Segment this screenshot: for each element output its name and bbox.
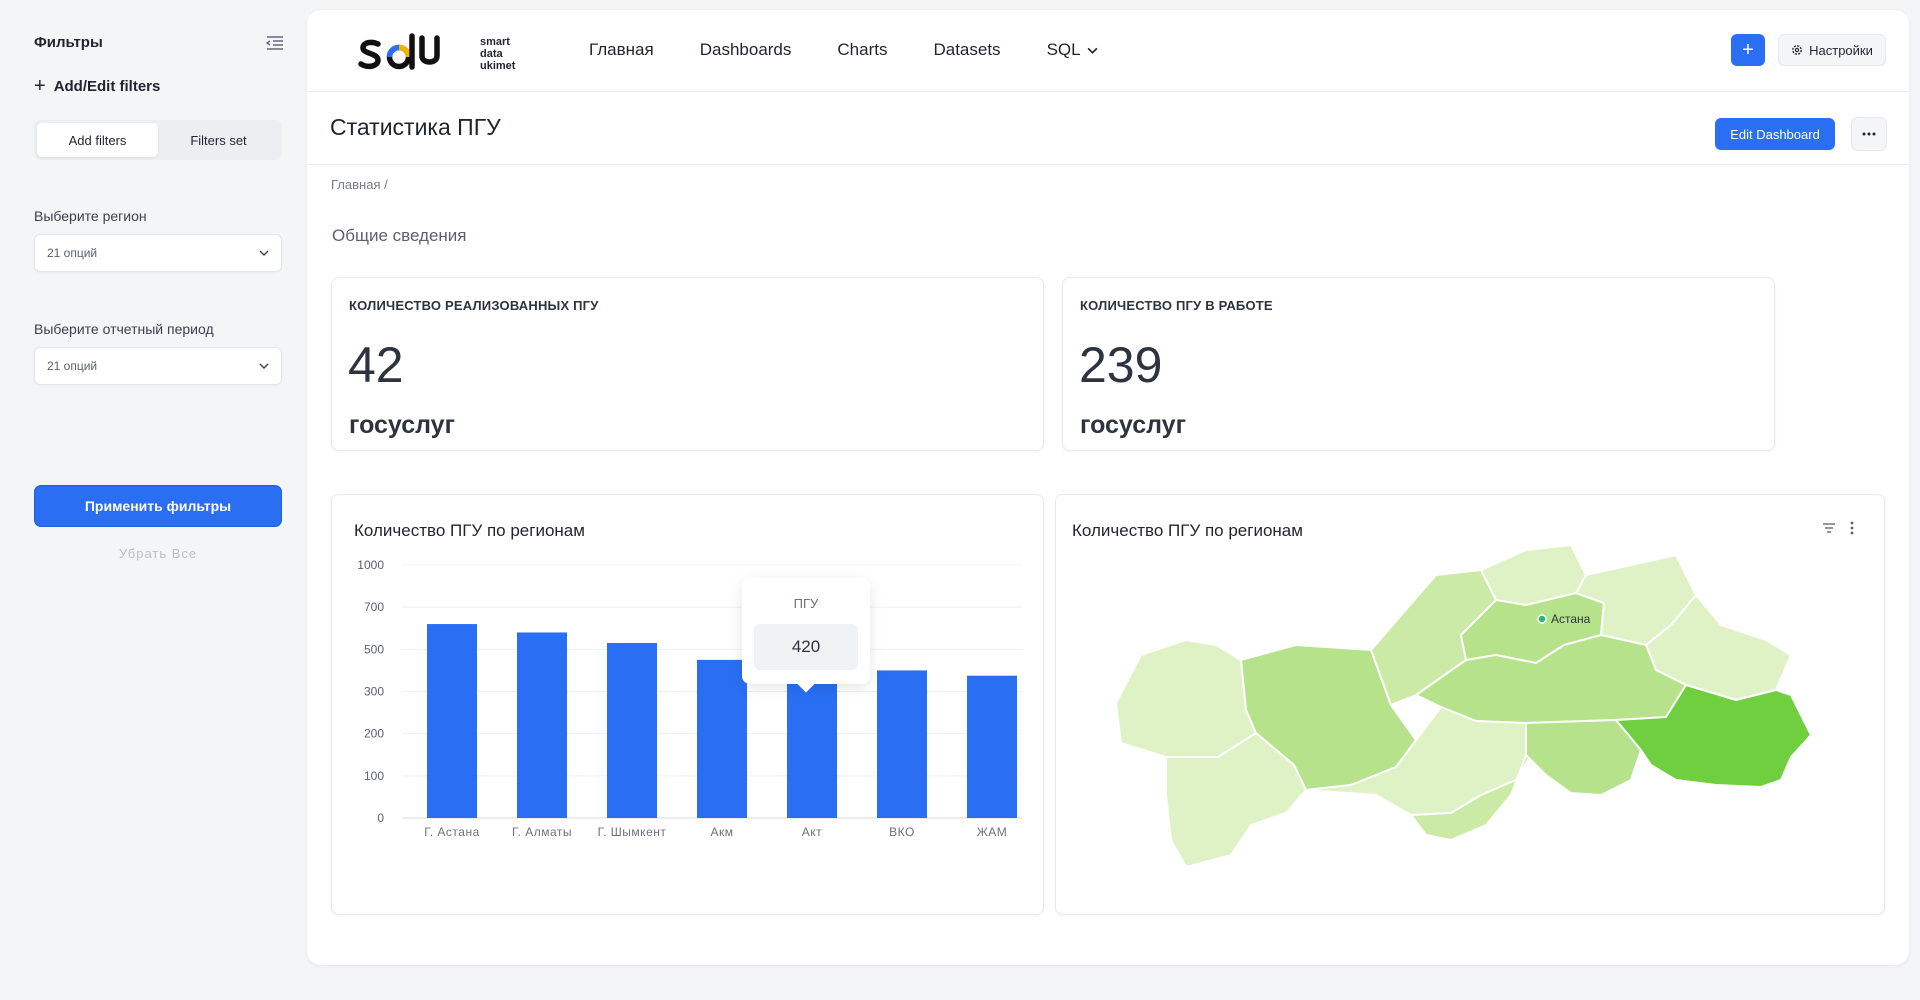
nav-sql-label: SQL bbox=[1046, 40, 1081, 59]
x-tick-label: Г. Шымкент bbox=[598, 825, 667, 839]
bar[interactable] bbox=[967, 675, 1017, 818]
bar[interactable] bbox=[787, 666, 837, 818]
bar-chart: 0 100 200 300 500 700 1000 Г. Астана Г. Алматы Г.… bbox=[357, 558, 1022, 839]
y-tick-label: 1000 bbox=[357, 558, 384, 572]
kpi-unit: госуслуг bbox=[1080, 411, 1186, 439]
dashboard-panel: smart data ukimet Главная Dashboards Cha… bbox=[307, 10, 1909, 965]
astana-marker-icon bbox=[1537, 614, 1547, 624]
kpi-value: 42 bbox=[348, 337, 404, 393]
bar[interactable] bbox=[427, 624, 477, 818]
more-options-button[interactable] bbox=[1851, 117, 1887, 151]
x-tick-label: Г. Алматы bbox=[512, 825, 572, 839]
tab-filters-set[interactable]: Filters set bbox=[158, 123, 279, 157]
x-tick-label: ВКО bbox=[889, 825, 915, 839]
x-tick-label: Акм bbox=[710, 825, 733, 839]
y-tick-label: 200 bbox=[364, 727, 384, 741]
period-select[interactable]: 21 опций bbox=[34, 347, 282, 385]
tab-add-filters[interactable]: Add filters bbox=[37, 123, 158, 157]
logo-text: smart data ukimet bbox=[480, 36, 515, 72]
settings-label: Настройки bbox=[1809, 42, 1873, 58]
settings-button[interactable]: Настройки bbox=[1778, 34, 1886, 66]
tooltip-value: 420 bbox=[754, 624, 858, 670]
kpi-card-in-progress: КОЛИЧЕСТВО ПГУ В РАБОТЕ 239 госуслуг bbox=[1062, 277, 1775, 451]
kpi-label: КОЛИЧЕСТВО ПГУ В РАБОТЕ bbox=[1080, 298, 1273, 313]
sidebar-title: Фильтры bbox=[34, 34, 103, 51]
kpi-value: 239 bbox=[1079, 337, 1163, 393]
add-edit-filters-button[interactable]: + Add/Edit filters bbox=[34, 76, 160, 96]
map-region bbox=[1115, 639, 1257, 758]
apply-filters-button[interactable]: Применить фильтры bbox=[34, 485, 282, 527]
bar[interactable] bbox=[697, 659, 747, 818]
page-header: Статистика ПГУ Edit Dashboard bbox=[307, 92, 1909, 165]
page-title: Статистика ПГУ bbox=[330, 114, 501, 140]
period-select-value: 21 опций bbox=[47, 359, 98, 373]
logo-line: data bbox=[480, 48, 503, 60]
y-tick-label: 0 bbox=[377, 811, 384, 825]
x-tick-label: Акт bbox=[802, 825, 822, 839]
x-tick-label: Г. Астана bbox=[424, 825, 480, 839]
logo[interactable]: smart data ukimet bbox=[358, 32, 515, 76]
nav-home[interactable]: Главная bbox=[589, 40, 654, 60]
sdu-logo-icon bbox=[358, 33, 440, 70]
kpi-label: КОЛИЧЕСТВО РЕАЛИЗОВАННЫХ ПГУ bbox=[349, 298, 599, 313]
kpi-unit: госуслуг bbox=[349, 411, 455, 439]
chevron-down-icon bbox=[259, 363, 269, 369]
region-label: Выберите регион bbox=[34, 208, 147, 224]
nav-sql[interactable]: SQL bbox=[1047, 40, 1098, 60]
nav-datasets[interactable]: Datasets bbox=[933, 40, 1000, 60]
breadcrumb[interactable]: Главная / bbox=[331, 177, 388, 192]
nav-dashboards[interactable]: Dashboards bbox=[700, 40, 792, 60]
collapse-sidebar-icon[interactable] bbox=[266, 35, 284, 51]
chevron-down-icon bbox=[259, 250, 269, 256]
gear-icon bbox=[1792, 45, 1802, 55]
clear-all-button[interactable]: Убрать Все bbox=[34, 546, 282, 561]
edit-dashboard-button[interactable]: Edit Dashboard bbox=[1715, 118, 1835, 150]
more-horizontal-icon bbox=[1862, 132, 1876, 136]
logo-line: smart bbox=[480, 36, 510, 48]
y-tick-label: 700 bbox=[364, 600, 384, 614]
region-select-value: 21 опций bbox=[47, 246, 98, 260]
astana-label: Астана bbox=[1551, 612, 1591, 626]
tooltip-title: ПГУ bbox=[793, 596, 819, 611]
kpi-card-implemented: КОЛИЧЕСТВО РЕАЛИЗОВАННЫХ ПГУ 42 госуслуг bbox=[331, 277, 1044, 451]
top-navbar: smart data ukimet Главная Dashboards Cha… bbox=[307, 10, 1909, 92]
map-chart-card: Количество ПГУ по регионам Астана bbox=[1055, 494, 1885, 915]
map-region bbox=[1525, 719, 1642, 796]
bar[interactable] bbox=[517, 632, 567, 818]
main-nav: Главная Dashboards Charts Datasets SQL bbox=[589, 40, 1098, 60]
plus-icon: + bbox=[34, 75, 46, 97]
y-tick-label: 500 bbox=[364, 642, 384, 656]
y-tick-label: 100 bbox=[364, 769, 384, 783]
filters-tabs: Add filters Filters set bbox=[34, 120, 282, 160]
sidebar-header: Фильтры bbox=[34, 34, 284, 51]
bar-chart-card: Количество ПГУ по регионам 0 100 200 300 500… bbox=[331, 494, 1044, 915]
x-tick-label: ЖАМ bbox=[977, 825, 1008, 839]
logo-line: ukimet bbox=[480, 60, 516, 72]
region-select[interactable]: 21 опций bbox=[34, 234, 282, 272]
filters-sidebar: Фильтры + Add/Edit filters Add filters F… bbox=[0, 0, 300, 1000]
add-edit-filters-label: Add/Edit filters bbox=[53, 77, 161, 95]
section-title: Общие сведения bbox=[332, 226, 467, 245]
nav-charts[interactable]: Charts bbox=[837, 40, 887, 60]
period-label: Выберите отчетный период bbox=[34, 321, 214, 337]
chevron-down-icon bbox=[1087, 47, 1098, 54]
bar[interactable] bbox=[877, 670, 927, 818]
chart-tooltip: ПГУ 420 bbox=[742, 578, 870, 693]
y-tick-label: 300 bbox=[364, 685, 384, 699]
bar[interactable] bbox=[607, 643, 657, 818]
kazakhstan-region-map: Астана bbox=[1115, 544, 1812, 868]
add-new-button[interactable]: + bbox=[1731, 34, 1765, 66]
